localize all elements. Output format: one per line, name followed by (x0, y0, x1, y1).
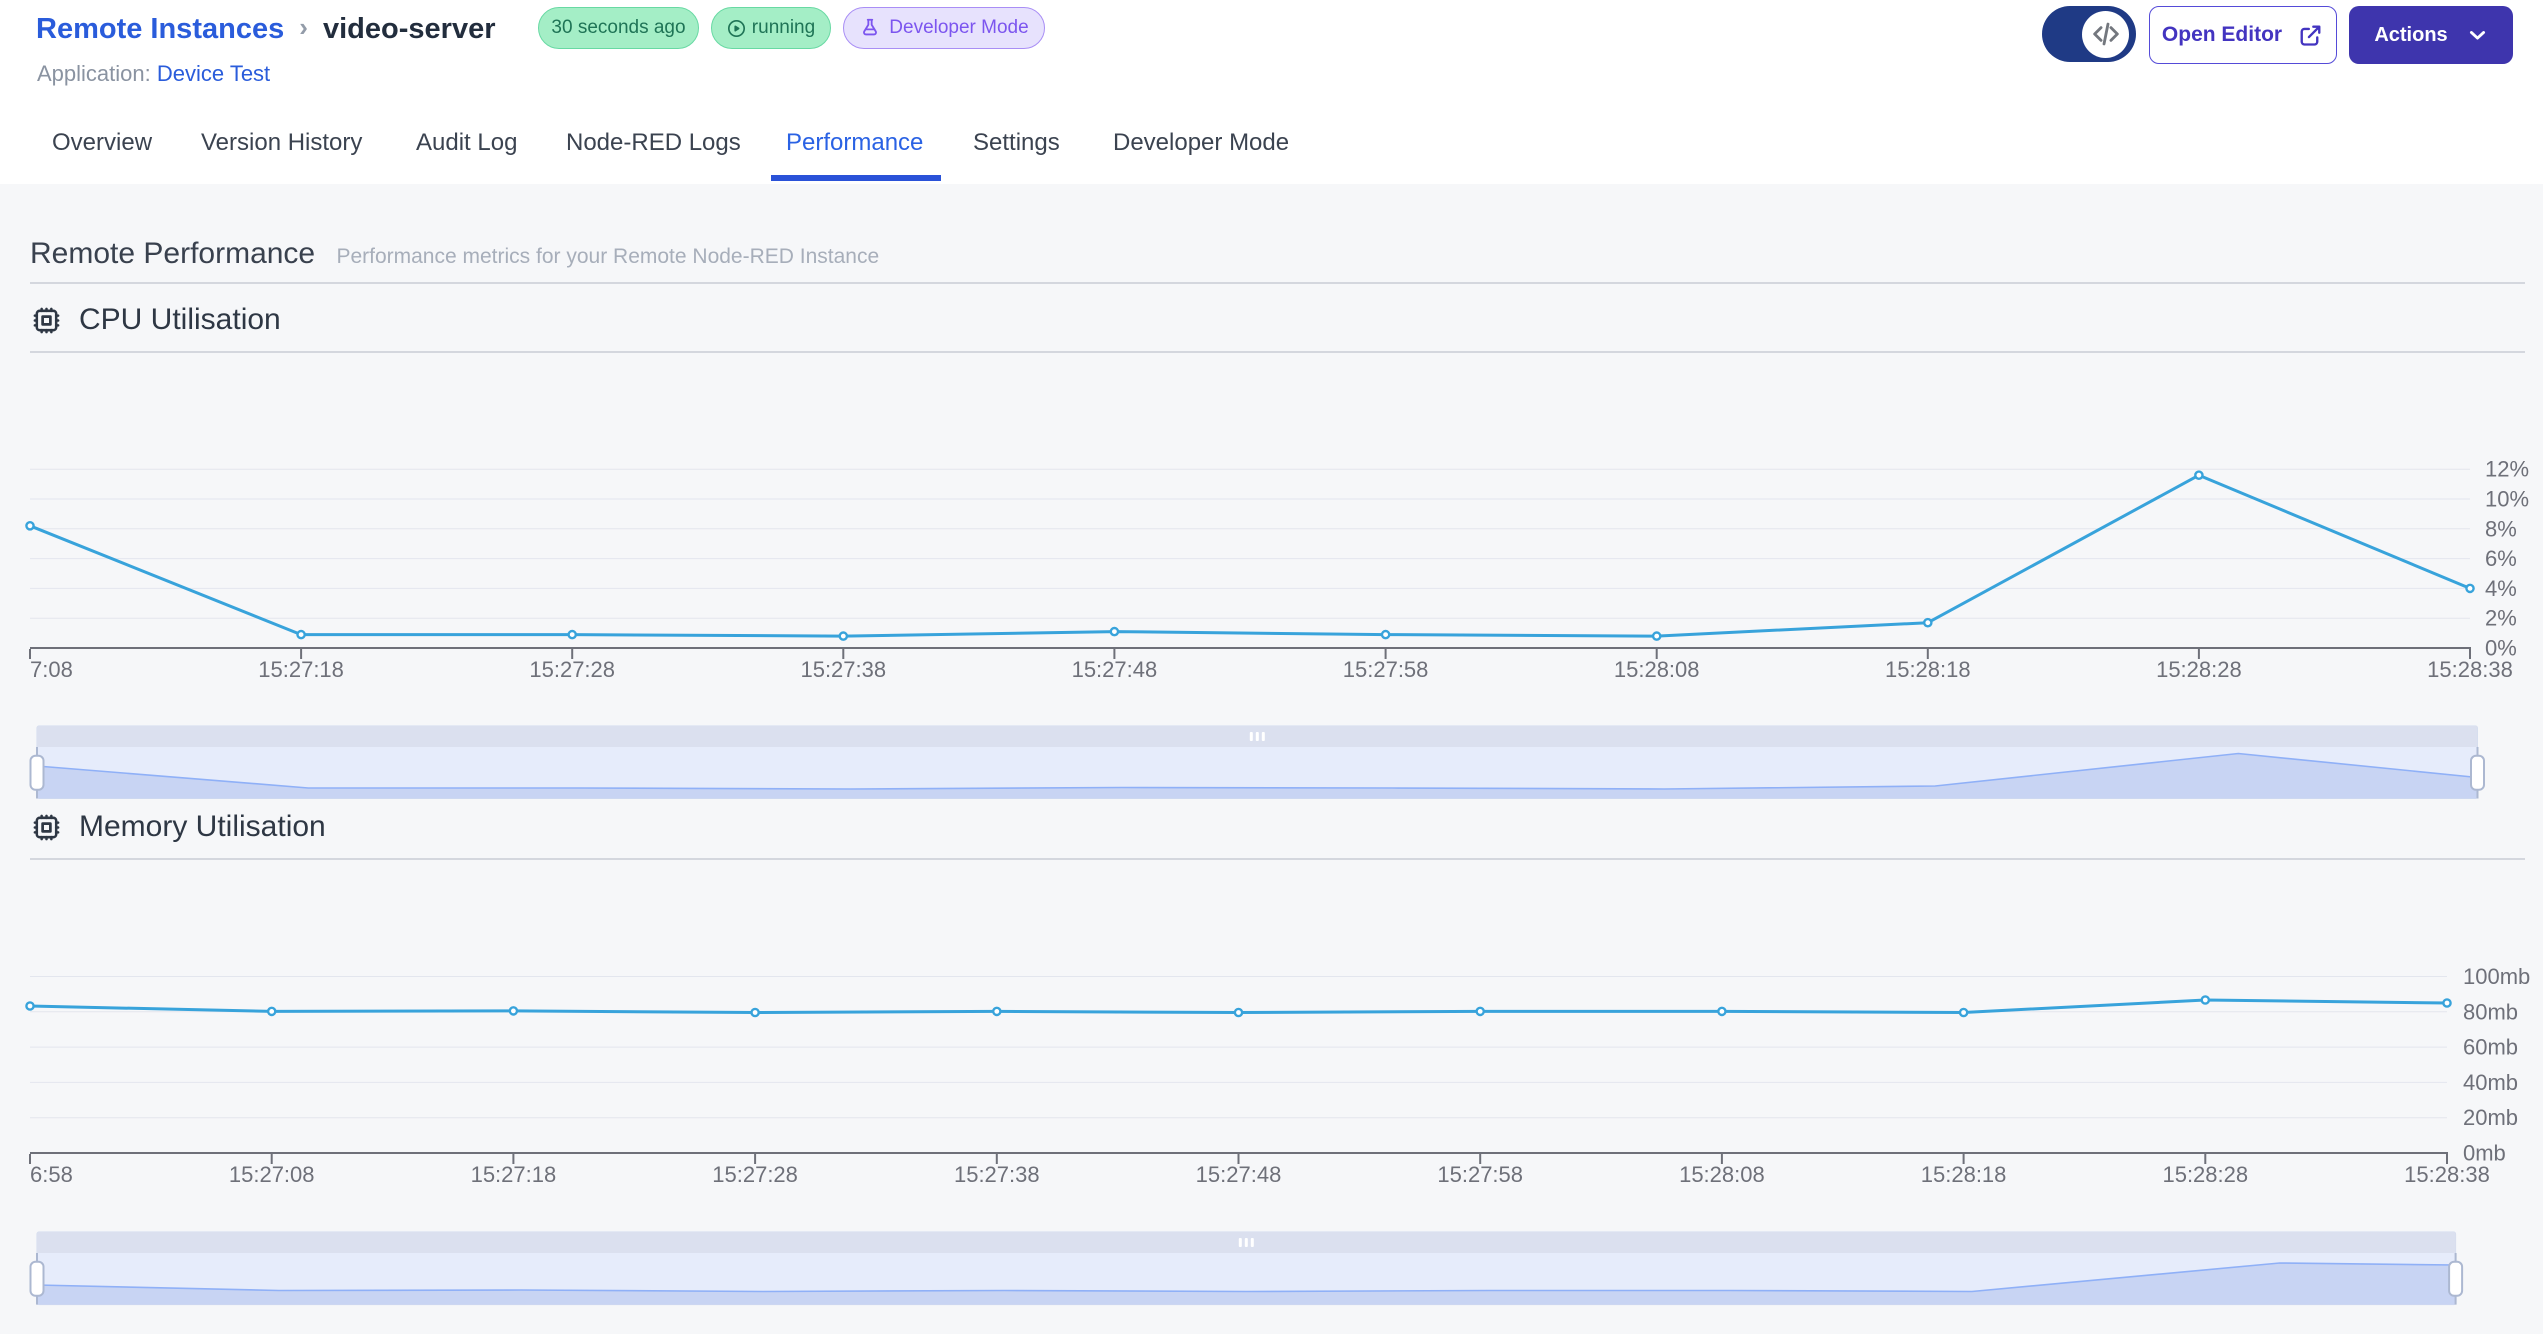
svg-text:20mb: 20mb (2463, 1105, 2518, 1130)
svg-text:15:27:58: 15:27:58 (1437, 1162, 1523, 1187)
svg-text:15:27:38: 15:27:38 (954, 1162, 1040, 1187)
svg-text:10%: 10% (2485, 487, 2529, 512)
svg-text:12%: 12% (2485, 457, 2529, 482)
svg-text:15:27:48: 15:27:48 (1072, 657, 1158, 682)
svg-text:15:28:08: 15:28:08 (1679, 1162, 1765, 1187)
svg-text:15:28:08: 15:28:08 (1614, 657, 1700, 682)
svg-text:60mb: 60mb (2463, 1035, 2518, 1060)
svg-text:15:27:18: 15:27:18 (258, 657, 344, 682)
svg-text:0%: 0% (2485, 636, 2517, 661)
svg-text:15:27:18: 15:27:18 (471, 1162, 557, 1187)
svg-text:15:28:28: 15:28:28 (2156, 657, 2242, 682)
svg-text:40mb: 40mb (2463, 1070, 2518, 1095)
svg-text:15:27:38: 15:27:38 (800, 657, 886, 682)
svg-text:100mb: 100mb (2463, 964, 2530, 989)
svg-text:15:27:28: 15:27:28 (529, 657, 615, 682)
svg-text:6:58: 6:58 (30, 1162, 73, 1187)
svg-text:15:27:58: 15:27:58 (1343, 657, 1429, 682)
svg-text:15:28:38: 15:28:38 (2427, 657, 2513, 682)
svg-text:0mb: 0mb (2463, 1141, 2506, 1166)
svg-text:15:27:08: 15:27:08 (229, 1162, 315, 1187)
svg-text:15:27:28: 15:27:28 (712, 1162, 798, 1187)
svg-text:8%: 8% (2485, 516, 2517, 541)
svg-text:6%: 6% (2485, 546, 2517, 571)
svg-text:15:28:38: 15:28:38 (2404, 1162, 2490, 1187)
svg-text:15:27:48: 15:27:48 (1196, 1162, 1282, 1187)
svg-text:15:28:28: 15:28:28 (2162, 1162, 2248, 1187)
svg-text:80mb: 80mb (2463, 999, 2518, 1024)
svg-text:15:28:18: 15:28:18 (1885, 657, 1971, 682)
svg-text:15:28:18: 15:28:18 (1921, 1162, 2007, 1187)
svg-text:2%: 2% (2485, 606, 2517, 631)
svg-text:4%: 4% (2485, 576, 2517, 601)
svg-text:7:08: 7:08 (30, 657, 73, 682)
